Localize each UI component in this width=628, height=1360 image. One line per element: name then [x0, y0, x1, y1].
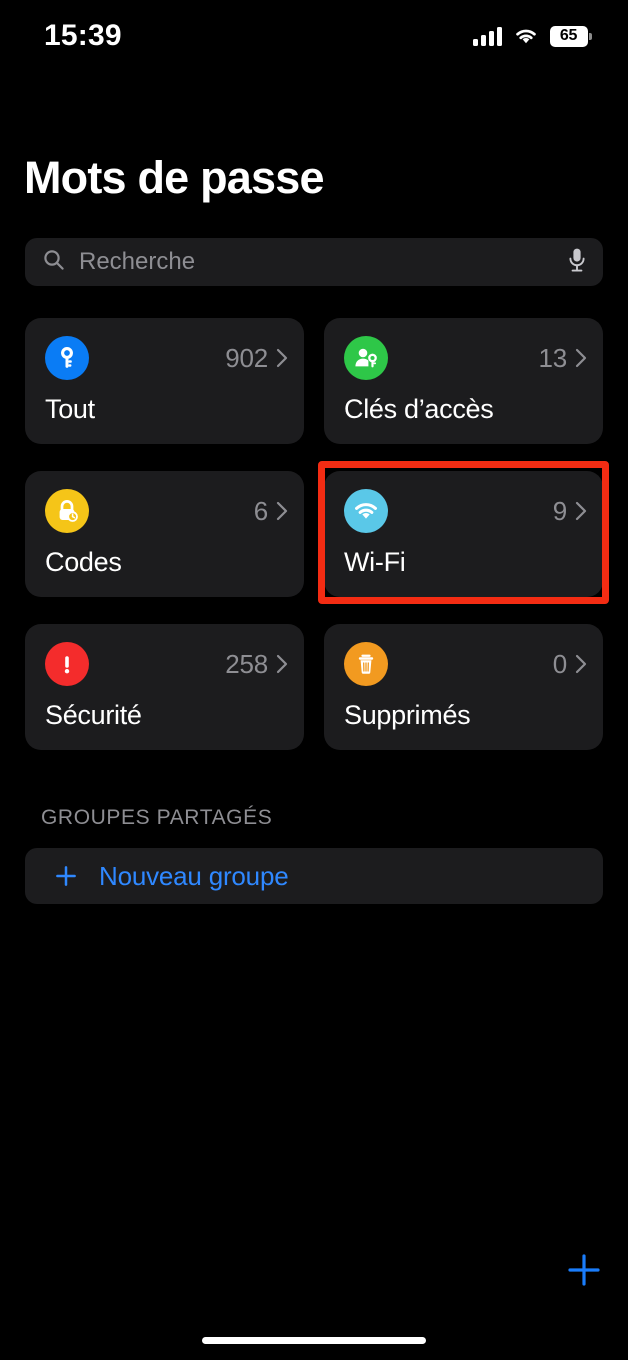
- card-count-group: 6: [254, 496, 288, 527]
- status-indicators: 65: [473, 25, 592, 47]
- plus-icon: [568, 1254, 600, 1286]
- card-count-group: 258: [225, 649, 288, 680]
- card-label: Supprimés: [344, 700, 471, 730]
- card-count: 902: [225, 342, 268, 373]
- chevron-right-icon: [276, 654, 288, 674]
- category-card-wifi[interactable]: 9 Wi-Fi: [324, 471, 603, 597]
- trash-icon: [344, 642, 388, 686]
- chevron-right-icon: [575, 501, 587, 521]
- search-icon: [43, 249, 65, 276]
- card-header: 13: [344, 336, 587, 380]
- shared-groups-header: GROUPES PARTAGÉS: [41, 806, 273, 829]
- battery-icon: 65: [550, 25, 592, 47]
- card-label: Tout: [45, 394, 95, 424]
- plus-icon: [56, 866, 76, 886]
- category-card-tout[interactable]: 902 Tout: [25, 318, 304, 444]
- microphone-icon[interactable]: [567, 247, 587, 278]
- page-title: Mots de passe: [24, 152, 325, 203]
- battery-level: 65: [559, 27, 578, 44]
- home-indicator[interactable]: [202, 1337, 426, 1344]
- chevron-right-icon: [575, 654, 587, 674]
- category-card-codes[interactable]: 6 Codes: [25, 471, 304, 597]
- card-label: Wi-Fi: [344, 547, 406, 577]
- category-card-cles-dacces[interactable]: 13 Clés d’accès: [324, 318, 603, 444]
- chevron-right-icon: [575, 348, 587, 368]
- new-group-row[interactable]: Nouveau groupe: [25, 848, 603, 904]
- wifi-icon: [344, 489, 388, 533]
- card-header: 258: [45, 642, 288, 686]
- card-count-group: 902: [225, 343, 288, 374]
- card-count: 9: [552, 495, 567, 526]
- card-header: 0: [344, 642, 587, 686]
- card-count: 258: [225, 648, 268, 679]
- card-count-group: 0: [553, 649, 587, 680]
- chevron-right-icon: [276, 348, 288, 368]
- category-card-securite[interactable]: 258 Sécurité: [25, 624, 304, 750]
- card-count-group: 13: [538, 343, 587, 374]
- card-label: Codes: [45, 547, 122, 577]
- card-label: Clés d’accès: [344, 394, 494, 424]
- new-group-label: Nouveau groupe: [99, 860, 289, 891]
- status-time: 15:39: [44, 19, 122, 52]
- person-key-icon: [344, 336, 388, 380]
- card-count-group: 9: [553, 496, 587, 527]
- card-count: 6: [253, 495, 268, 526]
- key-icon: [45, 336, 89, 380]
- card-count: 13: [538, 342, 567, 373]
- card-header: 6: [45, 489, 288, 533]
- search-input[interactable]: [65, 248, 567, 276]
- card-label: Sécurité: [45, 700, 142, 730]
- add-password-button[interactable]: [560, 1246, 608, 1294]
- search-bar[interactable]: [25, 238, 603, 286]
- exclamation-icon: [45, 642, 89, 686]
- card-count: 0: [552, 648, 567, 679]
- wifi-icon: [513, 26, 539, 46]
- status-bar: 15:39 65: [0, 0, 628, 72]
- chevron-right-icon: [276, 501, 288, 521]
- cellular-bars-icon: [473, 26, 502, 46]
- card-header: 902: [45, 336, 288, 380]
- lock-clock-icon: [45, 489, 89, 533]
- card-header: 9: [344, 489, 587, 533]
- category-card-supprimes[interactable]: 0 Supprimés: [324, 624, 603, 750]
- category-grid: 902 Tout 13 Clés d’accès 6 Codes 9 Wi-Fi…: [25, 318, 603, 750]
